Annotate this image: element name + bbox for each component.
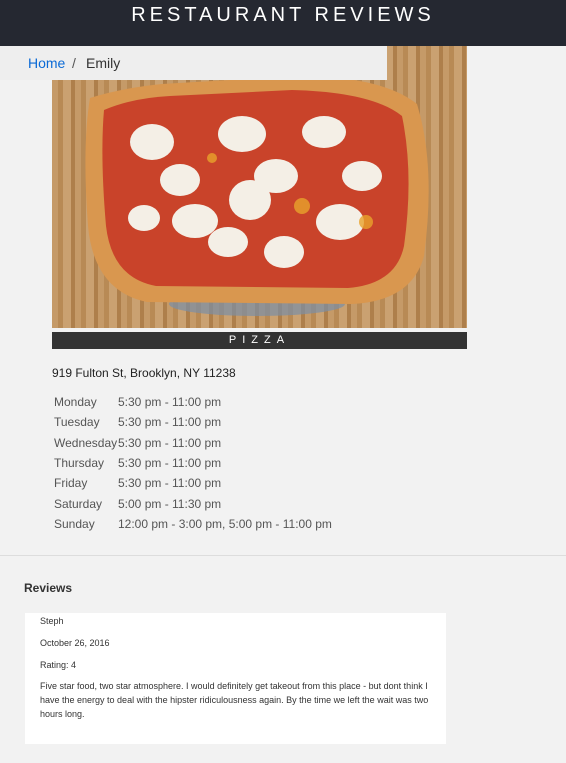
breadcrumb-home-link[interactable]: Home: [28, 46, 65, 80]
breadcrumb: Home / Emily: [0, 46, 387, 80]
hours-row: Sunday 12:00 pm - 3:00 pm, 5:00 pm - 11:…: [54, 514, 332, 534]
review-card: Steph October 26, 2016 Rating: 4 Five st…: [25, 613, 446, 744]
hours-row: Thursday 5:30 pm - 11:00 pm: [54, 453, 332, 473]
review-comments: Five star food, two star atmosphere. I w…: [40, 681, 429, 719]
hours-day: Friday: [54, 476, 88, 491]
hours-row: Saturday 5:00 pm - 11:30 pm: [54, 493, 332, 513]
hours-row: Friday 5:30 pm - 11:00 pm: [54, 473, 332, 493]
hours-row: Wednesday 5:30 pm - 11:00 pm: [54, 433, 332, 453]
hours-day: Saturday: [54, 496, 103, 511]
hours-time: 12:00 pm - 3:00 pm, 5:00 pm - 11:00 pm: [118, 516, 332, 531]
hours-time: 5:00 pm - 11:30 pm: [118, 496, 222, 511]
review-rating: Rating: 4: [40, 660, 77, 670]
site-title: RESTAURANT REVIEWS: [131, 4, 435, 26]
hours-time: 5:30 pm - 11:00 pm: [118, 435, 222, 450]
hours-time: 5:30 pm - 11:00 pm: [118, 395, 222, 410]
hours-day: Wednesday: [54, 435, 118, 450]
pizza-illustration: [85, 76, 429, 316]
hours-day: Tuesday: [54, 415, 100, 430]
restaurant-address: 919 Fulton St, Brooklyn, NY 11238: [52, 366, 236, 380]
hours-row: Monday 5:30 pm - 11:00 pm: [54, 392, 332, 412]
hours-time: 5:30 pm - 11:00 pm: [118, 415, 222, 430]
restaurant-hours: Monday 5:30 pm - 11:00 pm Tuesday 5:30 p…: [54, 392, 332, 534]
section-divider: [0, 555, 566, 556]
site-header: RESTAURANT REVIEWS: [0, 0, 566, 46]
breadcrumb-current: Emily: [86, 55, 121, 71]
review-date: October 26, 2016: [40, 638, 110, 648]
review-author: Steph: [40, 616, 64, 626]
hours-day: Sunday: [54, 516, 95, 531]
hours-time: 5:30 pm - 11:00 pm: [118, 476, 222, 491]
restaurant-image: [52, 46, 467, 328]
hours-row: Tuesday 5:30 pm - 11:00 pm: [54, 412, 332, 432]
hours-day: Thursday: [54, 456, 105, 471]
breadcrumb-separator: /: [72, 55, 76, 71]
reviews-heading: Reviews: [24, 581, 73, 595]
hours-day: Monday: [54, 395, 97, 410]
hours-time: 5:30 pm - 11:00 pm: [118, 456, 222, 471]
restaurant-cuisine: PIZZA: [52, 332, 467, 349]
